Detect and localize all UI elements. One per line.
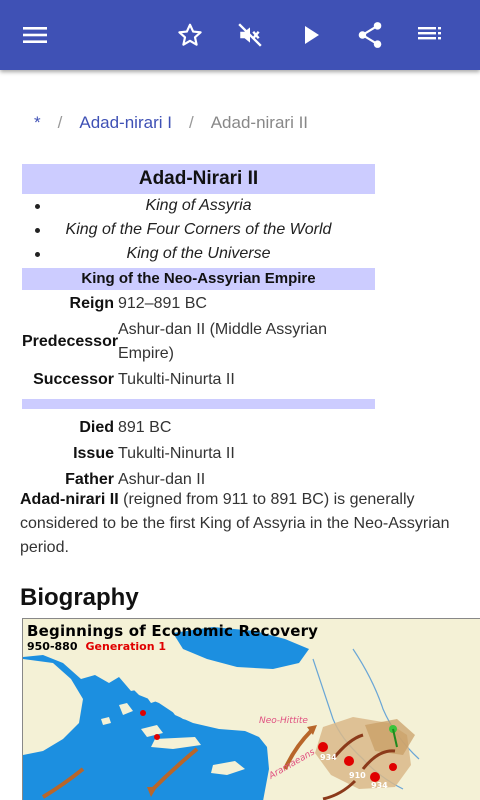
menu-icon[interactable] — [17, 17, 53, 53]
infobox-label: Successor — [33, 371, 114, 388]
infobox-title: Adad-Nirari II — [22, 164, 375, 194]
list-item: King of the Universe — [22, 242, 375, 266]
infobox-divider — [22, 399, 375, 409]
map-dates: 950-880 — [27, 640, 78, 653]
infobox-value: 891 BC — [118, 419, 172, 436]
breadcrumb-root-link[interactable]: * — [34, 113, 41, 133]
intro-name: Adad-nirari II — [20, 491, 119, 508]
infobox-label: Reign — [69, 295, 114, 312]
map-image[interactable]: Neo-Hittite Aramaeans Beginnings of Econ… — [22, 618, 480, 800]
infobox-label: Died — [79, 419, 114, 436]
infobox-value-link[interactable]: Tukulti-Ninurta II — [116, 442, 235, 466]
infobox-subheader: King of the Neo-Assyrian Empire — [22, 268, 375, 290]
map-title: Beginnings of Economic Recovery — [27, 622, 319, 640]
infobox-row-issue: Issue Tukulti-Ninurta II — [22, 441, 375, 467]
star-icon[interactable] — [172, 17, 208, 53]
infobox-label: Issue — [73, 445, 114, 462]
map-generation: Generation 1 — [85, 640, 167, 653]
infobox-label: Predecessor — [22, 333, 119, 350]
breadcrumb-parent-link[interactable]: Adad-nirari I — [79, 113, 172, 133]
breadcrumb-separator: / — [57, 113, 63, 132]
map-subtitle: 950-880 Generation 1 — [27, 640, 166, 653]
breadcrumb-separator: / — [188, 113, 194, 132]
list-item: King of Assyria — [22, 194, 375, 218]
list-icon[interactable] — [412, 17, 448, 53]
infobox-value-link[interactable]: Tukulti-Ninurta II — [116, 368, 235, 392]
infobox-row-died: Died 891 BC — [22, 415, 375, 441]
map-label-934: 934 — [320, 753, 337, 762]
play-icon[interactable] — [293, 17, 329, 53]
share-icon[interactable] — [352, 17, 388, 53]
infobox-row-successor: Successor Tukulti-Ninurta II — [22, 367, 375, 393]
app-bar — [0, 0, 480, 70]
volume-off-icon[interactable] — [232, 17, 268, 53]
list-item: King of the Four Corners of the World — [22, 218, 375, 242]
breadcrumb-current: Adad-nirari II — [210, 113, 309, 132]
infobox-value-link[interactable]: Ashur-dan II (Middle Assyrian Empire) — [116, 318, 375, 366]
infobox-titles-list: King of Assyria King of the Four Corners… — [22, 194, 375, 266]
infobox-label: Father — [65, 471, 114, 488]
section-heading: Biography — [20, 584, 139, 611]
svg-text:Neo-Hittite: Neo-Hittite — [259, 716, 308, 726]
infobox: Adad-Nirari II King of Assyria King of t… — [22, 164, 375, 493]
breadcrumb: * / Adad-nirari I / Adad-nirari II — [34, 113, 308, 133]
infobox-row-reign: Reign 912–891 BC — [22, 291, 375, 317]
map-label-934: 934 — [371, 781, 388, 790]
infobox-row-predecessor: Predecessor Ashur-dan II (Middle Assyria… — [22, 317, 375, 367]
map-label-910: 910 — [349, 771, 366, 780]
infobox-value: 912–891 BC — [118, 295, 207, 312]
intro-paragraph: Adad-nirari II (reigned from 911 to 891 … — [20, 488, 460, 560]
